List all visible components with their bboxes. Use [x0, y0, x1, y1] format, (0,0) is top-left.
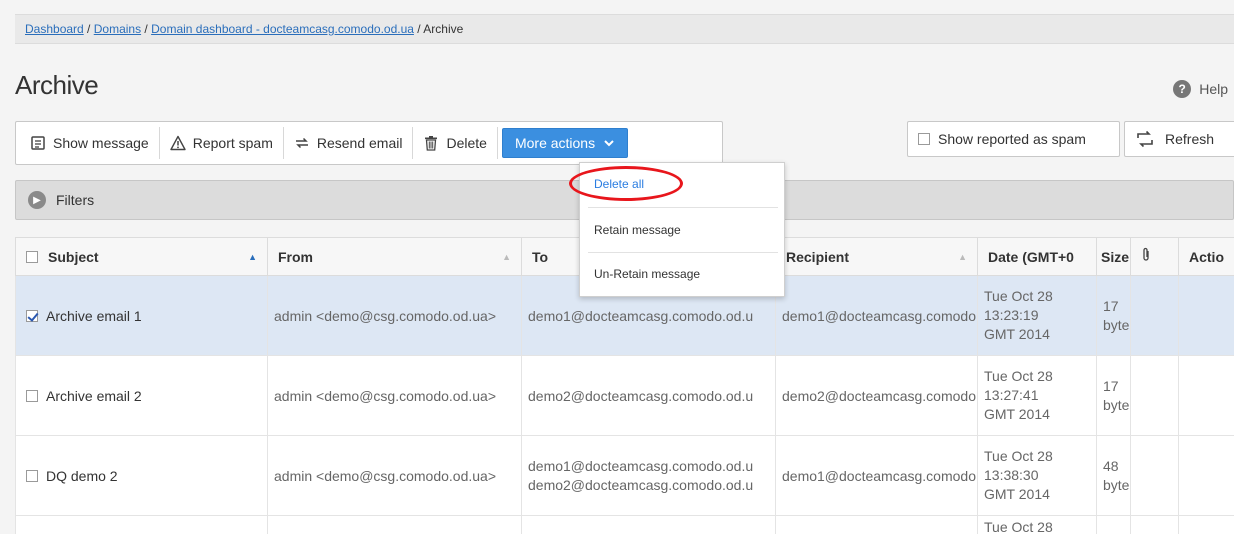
chevron-down-icon [604, 140, 614, 147]
menu-item-retain-message[interactable]: Retain message [580, 223, 784, 237]
refresh-icon [1137, 130, 1153, 148]
show-reported-spam-checkbox[interactable] [918, 133, 930, 145]
size-cell: 17bytes [1096, 355, 1131, 436]
breadcrumb: Dashboard / Domains / Domain dashboard -… [15, 14, 1234, 44]
archive-page: Dashboard / Domains / Domain dashboard -… [0, 0, 1234, 534]
table-row[interactable]: DQ demo 2 admin <demo@csg.comodo.od.ua> … [15, 435, 1234, 516]
attachment-column-header[interactable] [1130, 237, 1179, 276]
page-title: Archive [15, 70, 99, 100]
date-cell: Tue Oct 28 13:27:41 GMT 2014 [977, 355, 1097, 436]
recipient-cell: demo1@docteamcasg.comodo [775, 275, 978, 356]
sort-icon: ▲ [958, 251, 967, 262]
menu-item-unretain-message[interactable]: Un-Retain message [580, 267, 784, 281]
delete-button[interactable]: Delete [413, 127, 498, 159]
breadcrumb-domains-link[interactable]: Domains [94, 22, 141, 36]
recipient-column-header[interactable]: Recipient ▲ [775, 237, 978, 276]
right-toolbar: Show reported as spam Refresh [907, 121, 1234, 165]
menu-item-delete-all[interactable]: Delete all [580, 177, 784, 191]
show-message-button[interactable]: Show message [20, 127, 160, 159]
from-column-header[interactable]: From ▲ [267, 237, 522, 276]
menu-divider [588, 207, 778, 208]
help-icon: ? [1173, 80, 1192, 98]
actions-cell [1178, 435, 1234, 516]
subject-cell: Archive email 2 [46, 387, 142, 404]
from-cell: admin <demo@csg.comodo.od.ua> [267, 355, 522, 436]
help-label: Help [1199, 81, 1228, 97]
table-row[interactable]: Archive email 2 admin <demo@csg.comodo.o… [15, 355, 1234, 436]
date-cell: Tue Oct 28 13:23:19 GMT 2014 [977, 275, 1097, 356]
to-cell: demo1@docteamcasg.comodo.od.u demo2@docte… [521, 435, 776, 516]
select-all-checkbox[interactable] [26, 250, 38, 263]
action-toolbar: Show message Report spam Resend email De… [15, 121, 723, 165]
attachment-cell [1130, 355, 1179, 436]
expand-arrow-icon: ▶ [28, 191, 46, 209]
size-cell: 48bytes [1096, 435, 1131, 516]
date-cell: Tue Oct 28 [977, 515, 1097, 534]
size-cell: 17bytes [1096, 275, 1131, 356]
more-actions-menu: Delete all Retain message Un-Retain mess… [579, 162, 785, 297]
warning-icon [170, 135, 186, 151]
breadcrumb-domain-dashboard-link[interactable]: Domain dashboard - docteamcasg.comodo.od… [151, 22, 414, 36]
sort-icon: ▲ [502, 251, 511, 262]
breadcrumb-current: Archive [423, 22, 464, 36]
refresh-button[interactable]: Refresh [1124, 121, 1234, 157]
row-checkbox[interactable] [26, 389, 38, 402]
subject-cell: DQ demo 2 [46, 467, 118, 484]
message-icon [31, 136, 45, 150]
show-reported-spam-toggle[interactable]: Show reported as spam [907, 121, 1120, 157]
actions-column-header: Actio [1178, 237, 1234, 276]
trash-icon [425, 136, 438, 151]
paperclip-icon [1143, 247, 1149, 261]
actions-cell [1178, 355, 1234, 436]
row-checkbox[interactable] [26, 469, 38, 482]
recipient-cell: demo2@docteamcasg.comodo [775, 355, 978, 436]
table-row-partial: Tue Oct 28 [15, 515, 1234, 534]
actions-cell [1178, 275, 1234, 356]
resend-email-button[interactable]: Resend email [284, 127, 414, 159]
subject-cell: Archive email 1 [46, 307, 142, 324]
recipient-cell: demo1@docteamcasg.comodo [775, 435, 978, 516]
resend-icon [295, 137, 308, 149]
report-spam-button[interactable]: Report spam [160, 127, 284, 159]
size-column-header[interactable]: Size [1096, 237, 1131, 276]
sort-ascending-icon: ▲ [248, 251, 257, 262]
breadcrumb-dashboard-link[interactable]: Dashboard [25, 22, 84, 36]
date-cell: Tue Oct 28 13:38:30 GMT 2014 [977, 435, 1097, 516]
attachment-cell [1130, 275, 1179, 356]
attachment-cell [1130, 435, 1179, 516]
date-column-header[interactable]: Date (GMT+0 [977, 237, 1097, 276]
help-link[interactable]: ? Help [1173, 80, 1228, 98]
row-checkbox[interactable] [26, 309, 38, 322]
from-cell: admin <demo@csg.comodo.od.ua> [267, 275, 522, 356]
menu-divider [588, 252, 778, 253]
from-cell: admin <demo@csg.comodo.od.ua> [267, 435, 522, 516]
subject-column-header[interactable]: Subject ▲ [15, 237, 268, 276]
more-actions-button[interactable]: More actions [501, 128, 629, 158]
to-cell: demo2@docteamcasg.comodo.od.u [521, 355, 776, 436]
